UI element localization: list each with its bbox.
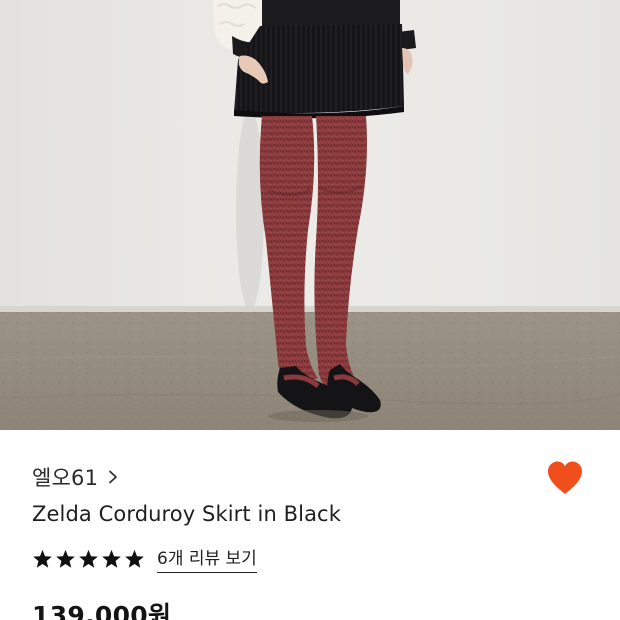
wishlist-heart-icon[interactable] [546,460,584,496]
star-rating [32,549,145,569]
star-icon [102,549,121,568]
rating-row: 6개 리뷰 보기 [32,544,257,573]
star-icon [125,549,144,568]
product-title: Zelda Corduroy Skirt in Black [32,502,341,526]
product-photo[interactable] [0,0,620,430]
star-icon [79,549,98,568]
brand-link[interactable]: 엘오61 [32,462,120,492]
chevron-right-icon [109,470,118,484]
view-reviews-link[interactable]: 6개 리뷰 보기 [157,544,257,573]
star-icon [33,549,52,568]
star-icon [56,549,75,568]
product-detail-screen: 엘오61 Zelda Corduroy Skirt in Black 6개 리뷰… [0,0,620,620]
product-info-panel: 엘오61 Zelda Corduroy Skirt in Black 6개 리뷰… [0,430,620,620]
product-price: 139,000원 [32,601,172,620]
brand-name: 엘오61 [32,466,99,490]
